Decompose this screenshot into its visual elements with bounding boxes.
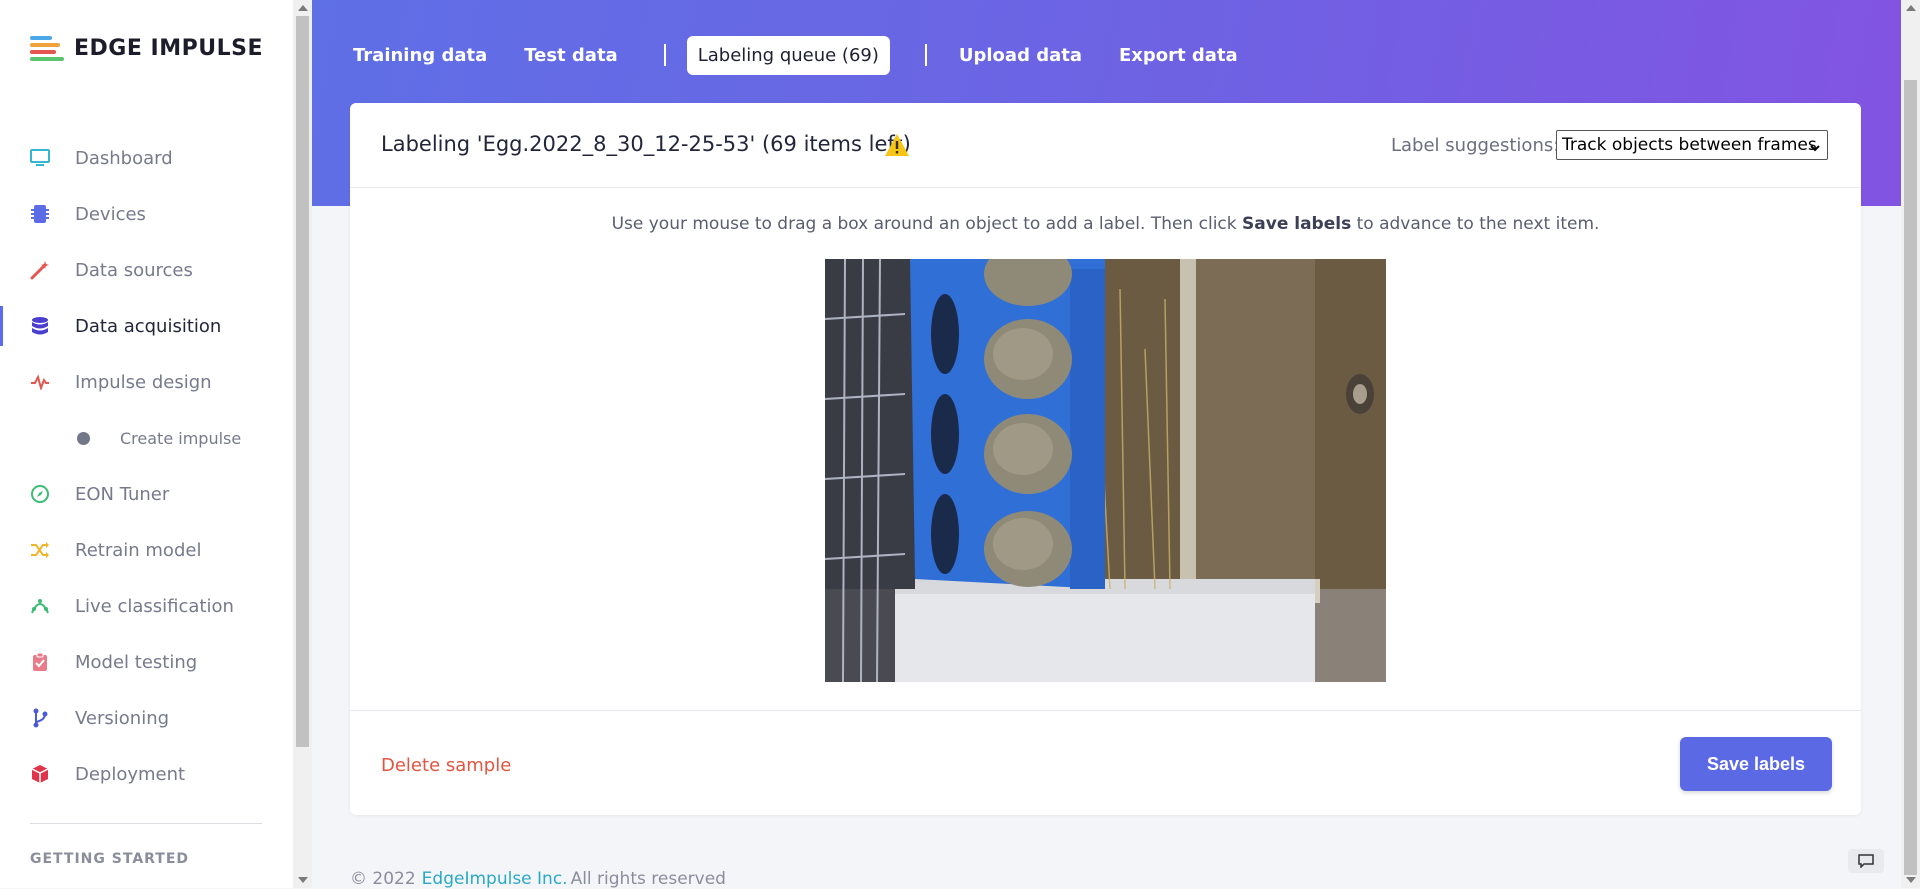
- page-footer: © 2022 EdgeImpulse Inc. All rights reserve…: [350, 869, 726, 889]
- instruction-text: Use your mouse to drag a box around an o…: [611, 214, 1243, 234]
- sample-image-canvas[interactable]: [825, 259, 1386, 682]
- tab-upload-data[interactable]: Upload data: [948, 36, 1093, 75]
- company-link[interactable]: EdgeImpulse Inc.: [422, 869, 568, 889]
- card-footer-divider: [350, 710, 1861, 711]
- sidebar-item-label: EON Tuner: [75, 483, 170, 505]
- box-icon: [30, 764, 50, 784]
- rights-text: All rights reserved: [570, 869, 726, 889]
- sidebar: EDGE IMPULSE Dashboard Devices Data sour…: [0, 0, 294, 888]
- sidebar-item-data-sources[interactable]: Data sources: [0, 250, 293, 290]
- save-labels-button[interactable]: Save labels: [1680, 737, 1832, 791]
- scroll-up-icon[interactable]: [1906, 5, 1916, 11]
- sidebar-item-create-impulse[interactable]: Create impulse: [0, 418, 293, 458]
- feedback-chat-icon[interactable]: [1848, 849, 1884, 873]
- sidebar-item-deployment[interactable]: Deployment: [0, 754, 293, 794]
- label-suggestions-label: Label suggestions:: [1391, 135, 1560, 156]
- delete-sample-link[interactable]: Delete sample: [381, 755, 511, 776]
- sidebar-item-devices[interactable]: Devices: [0, 194, 293, 234]
- sample-image: [825, 259, 1386, 682]
- brand-name: EDGE IMPULSE: [74, 36, 263, 61]
- signal-icon: [30, 596, 50, 616]
- sidebar-item-data-acquisition[interactable]: Data acquisition: [0, 306, 296, 346]
- tab-separator: [663, 44, 666, 66]
- copyright-text: © 2022: [350, 869, 416, 889]
- sidebar-item-retrain-model[interactable]: Retrain model: [0, 530, 293, 570]
- scroll-down-icon[interactable]: [1906, 877, 1916, 883]
- sidebar-scrollbar[interactable]: [293, 0, 312, 888]
- sidebar-item-label: Data acquisition: [75, 315, 222, 337]
- data-tabs: Training data Test data Labeling queue (…: [342, 35, 1264, 75]
- tab-training-data[interactable]: Training data: [342, 36, 498, 75]
- sidebar-item-label: Versioning: [75, 707, 170, 729]
- label-suggestions-value: Track objects between frames: [1562, 135, 1817, 155]
- scroll-up-icon[interactable]: [298, 5, 308, 11]
- clipboard-check-icon: [30, 652, 50, 672]
- label-suggestions-select[interactable]: Track objects between frames: [1556, 130, 1828, 160]
- tab-labeling-queue[interactable]: Labeling queue (69): [686, 35, 890, 75]
- labeling-card: Labeling 'Egg.2022_8_30_12-25-53' (69 it…: [350, 103, 1861, 815]
- tab-separator: [924, 44, 927, 66]
- sidebar-item-live-classification[interactable]: Live classification: [0, 586, 293, 626]
- sidebar-item-label: Impulse design: [75, 371, 212, 393]
- sidebar-item-label: Model testing: [75, 651, 198, 673]
- scrollbar-thumb[interactable]: [296, 16, 309, 747]
- labeling-title: Labeling 'Egg.2022_8_30_12-25-53' (69 it…: [381, 132, 911, 156]
- scroll-down-icon[interactable]: [298, 877, 308, 883]
- pulse-icon: [30, 372, 50, 392]
- section-label-getting-started: GETTING STARTED: [30, 851, 190, 867]
- sidebar-item-impulse-design[interactable]: Impulse design: [0, 362, 293, 402]
- tab-test-data[interactable]: Test data: [513, 36, 628, 75]
- database-icon: [30, 316, 50, 336]
- sidebar-item-label: Devices: [75, 203, 146, 225]
- chevron-down-icon: [1809, 139, 1821, 159]
- sidebar-item-label: Dashboard: [75, 147, 173, 169]
- branch-icon: [30, 708, 50, 728]
- instruction-bold: Save labels: [1242, 214, 1352, 234]
- logo-icon: [30, 36, 64, 61]
- dot-icon: [77, 431, 90, 445]
- warning-triangle-icon[interactable]: [884, 133, 910, 157]
- card-header: Labeling 'Egg.2022_8_30_12-25-53' (69 it…: [350, 103, 1861, 188]
- sidebar-item-eon-tuner[interactable]: EON Tuner: [0, 474, 293, 514]
- sidebar-item-model-testing[interactable]: Model testing: [0, 642, 293, 682]
- sidebar-item-label: Data sources: [75, 259, 193, 281]
- magic-wand-icon: [30, 260, 50, 280]
- brand-logo[interactable]: EDGE IMPULSE: [30, 36, 263, 61]
- chip-icon: [30, 204, 50, 224]
- tab-export-data[interactable]: Export data: [1108, 36, 1249, 75]
- sidebar-item-label: Live classification: [75, 595, 234, 617]
- sidebar-item-versioning[interactable]: Versioning: [0, 698, 293, 738]
- monitor-icon: [30, 148, 50, 168]
- labeling-instructions: Use your mouse to drag a box around an o…: [350, 214, 1861, 234]
- sidebar-item-label: Retrain model: [75, 539, 202, 561]
- main-scrollbar[interactable]: [1901, 0, 1920, 888]
- sidebar-item-label: Deployment: [75, 763, 186, 785]
- scrollbar-thumb[interactable]: [1904, 80, 1917, 875]
- compass-icon: [30, 484, 50, 504]
- sidebar-divider: [30, 823, 262, 824]
- shuffle-icon: [30, 540, 50, 560]
- sidebar-item-dashboard[interactable]: Dashboard: [0, 138, 293, 178]
- sidebar-item-label: Create impulse: [120, 428, 242, 448]
- instruction-text-end: to advance to the next item.: [1351, 214, 1600, 234]
